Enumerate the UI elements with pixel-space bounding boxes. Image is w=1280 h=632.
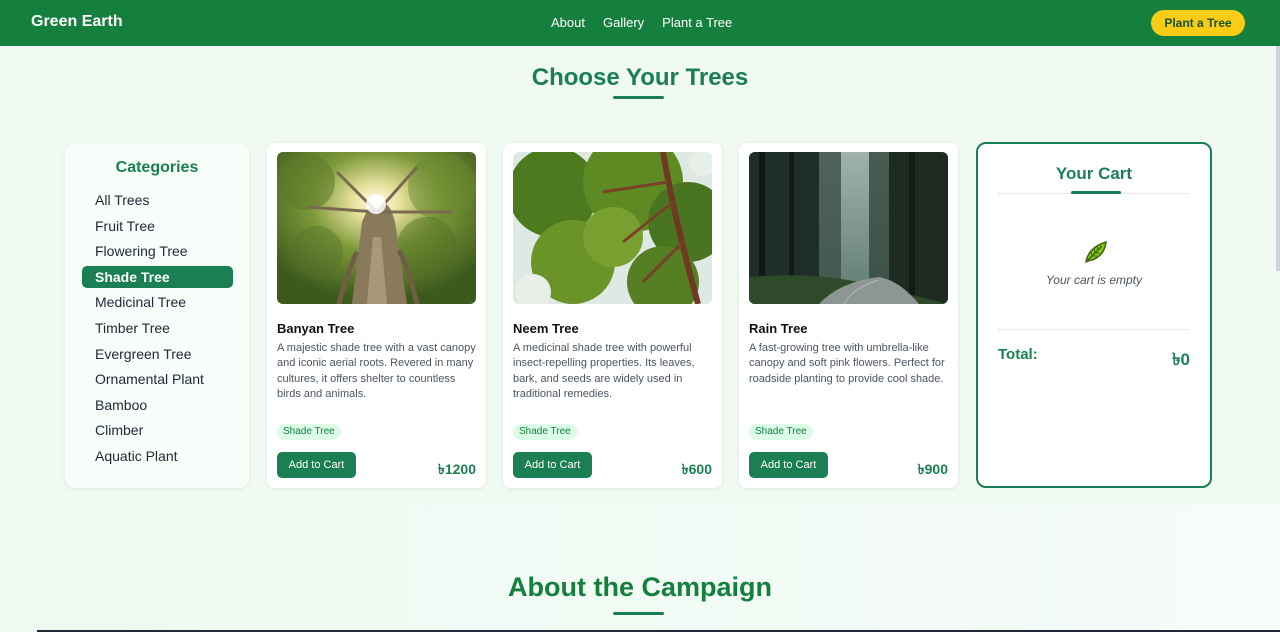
card-title: Rain Tree (749, 321, 808, 336)
category-medicinal-tree[interactable]: Medicinal Tree (82, 291, 233, 313)
brand-logo[interactable]: Green Earth (31, 13, 123, 31)
categories-list: All Trees Fruit Tree Flowering Tree Shad… (82, 189, 233, 471)
nav-link-about[interactable]: About (551, 15, 585, 30)
card-price: ৳1200 (437, 461, 476, 477)
category-shade-tree[interactable]: Shade Tree (82, 265, 233, 288)
category-fruit-tree[interactable]: Fruit Tree (82, 215, 233, 237)
title-underline (613, 612, 664, 615)
cart-empty-message: Your cart is empty (1045, 273, 1143, 287)
categories-panel: Categories All Trees Fruit Tree Flowerin… (65, 143, 249, 488)
category-climber[interactable]: Climber (82, 419, 233, 441)
leaf-icon (1085, 240, 1107, 264)
card-title: Neem Tree (513, 321, 579, 336)
rain-tree-image (749, 152, 948, 304)
tree-card-rain: Rain Tree A fast-growing tree with umbre… (739, 143, 958, 488)
cart-title: Your Cart (1055, 164, 1133, 183)
add-to-cart-button[interactable]: Add to Cart (513, 452, 592, 478)
tree-card-neem: Neem Tree A medicinal shade tree with po… (503, 143, 722, 488)
card-category-badge: Shade Tree (513, 424, 577, 440)
cart-title-underline (1071, 191, 1121, 194)
cart-divider (998, 329, 1190, 330)
category-ornamental-plant[interactable]: Ornamental Plant (82, 368, 233, 390)
card-price: ৳900 (917, 461, 948, 477)
card-title: Banyan Tree (277, 321, 355, 336)
section-title-choose-trees: Choose Your Trees (531, 64, 749, 91)
tree-card-banyan: Banyan Tree A majestic shade tree with a… (267, 143, 486, 488)
cart-total-value: ৳0 (1172, 350, 1190, 369)
section-title-about: About the Campaign (508, 572, 772, 602)
card-price: ৳600 (681, 461, 712, 477)
cart-total-label: Total: (998, 346, 1038, 363)
plant-a-tree-button[interactable]: Plant a Tree (1151, 10, 1245, 36)
category-all-trees[interactable]: All Trees (82, 189, 233, 211)
banyan-tree-image (277, 152, 476, 304)
nav-link-gallery[interactable]: Gallery (603, 15, 644, 30)
category-timber-tree[interactable]: Timber Tree (82, 317, 233, 339)
category-evergreen-tree[interactable]: Evergreen Tree (82, 343, 233, 365)
neem-tree-image (513, 152, 712, 304)
category-bamboo[interactable]: Bamboo (82, 394, 233, 416)
card-category-badge: Shade Tree (277, 424, 341, 440)
categories-title: Categories (115, 159, 199, 176)
card-category-badge: Shade Tree (749, 424, 813, 440)
cart-panel: Your Cart Your cart is empty Total: ৳0 (976, 142, 1212, 488)
category-flowering-tree[interactable]: Flowering Tree (82, 240, 233, 262)
card-description: A majestic shade tree with a vast canopy… (277, 342, 476, 400)
navbar: Green Earth About Gallery Plant a Tree P… (0, 0, 1280, 46)
title-underline (613, 96, 664, 99)
add-to-cart-button[interactable]: Add to Cart (749, 452, 828, 478)
nav-link-plant-a-tree[interactable]: Plant a Tree (662, 15, 732, 30)
card-description: A medicinal shade tree with powerful ins… (513, 342, 695, 400)
nav-links: About Gallery Plant a Tree (551, 15, 732, 30)
add-to-cart-button[interactable]: Add to Cart (277, 452, 356, 478)
card-description: A fast-growing tree with umbrella-like c… (749, 342, 945, 385)
category-aquatic-plant[interactable]: Aquatic Plant (82, 445, 233, 467)
